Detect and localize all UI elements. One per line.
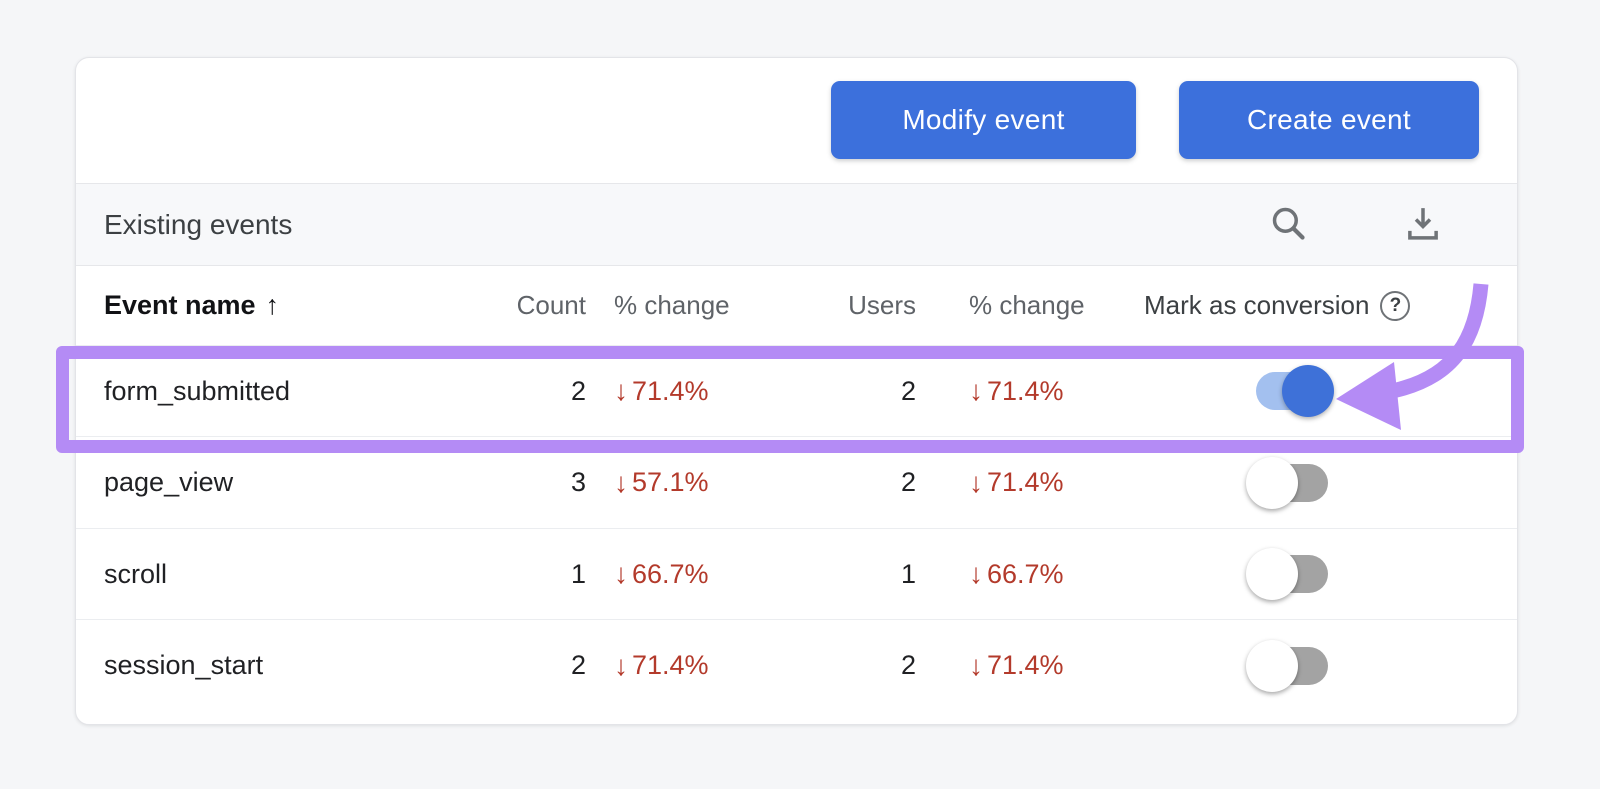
modify-event-button[interactable]: Modify event <box>831 81 1136 159</box>
decrease-arrow-icon: ↓ <box>614 375 628 406</box>
decrease-arrow-icon: ↓ <box>969 375 983 406</box>
existing-events-bar: Existing events <box>76 183 1517 266</box>
download-icon <box>1402 202 1444 249</box>
users-change: ↓ 66.7% <box>969 558 1064 589</box>
column-header-users[interactable]: Users <box>788 266 916 345</box>
toolbar: Modify event Create event <box>76 58 1517 183</box>
sort-ascending-icon: ↑ <box>265 290 280 320</box>
count-value: 2 <box>570 650 586 680</box>
count-value: 2 <box>570 375 586 406</box>
toggle-knob <box>1246 639 1298 692</box>
event-name: session_start <box>104 650 264 680</box>
mark-as-conversion-toggle[interactable] <box>1246 638 1334 694</box>
users-change: ↓ 71.4% <box>969 649 1064 681</box>
table-row: session_start 2 ↓ 71.4% 2 ↓ 71.4% <box>76 620 1517 711</box>
download-button[interactable] <box>1399 201 1447 249</box>
users-change: ↓ 71.4% <box>969 375 1064 406</box>
decrease-arrow-icon: ↓ <box>614 466 628 498</box>
section-title: Existing events <box>104 208 293 240</box>
decrease-arrow-icon: ↓ <box>969 466 983 498</box>
decrease-arrow-icon: ↓ <box>969 649 983 681</box>
event-name: form_submitted <box>104 375 291 406</box>
help-icon[interactable]: ? <box>1380 290 1411 321</box>
event-name: scroll <box>104 558 168 589</box>
create-event-button[interactable]: Create event <box>1179 81 1479 159</box>
table-row: page_view 3 ↓ 57.1% 2 ↓ 71.4% <box>76 437 1517 529</box>
events-panel: Modify event Create event Existing event… <box>75 57 1518 725</box>
count-value: 3 <box>570 467 586 497</box>
decrease-arrow-icon: ↓ <box>614 649 628 681</box>
count-change: ↓ 57.1% <box>614 466 709 498</box>
users-value: 2 <box>900 467 916 497</box>
table-row: scroll 1 ↓ 66.7% 1 ↓ 66.7% <box>76 529 1517 620</box>
decrease-arrow-icon: ↓ <box>969 558 983 589</box>
users-value: 1 <box>900 558 916 589</box>
toggle-knob <box>1246 548 1298 600</box>
column-header-mark-as-conversion: Mark as conversion ? <box>1144 266 1411 345</box>
count-value: 1 <box>570 558 586 589</box>
search-button[interactable] <box>1264 201 1312 249</box>
mark-as-conversion-toggle[interactable] <box>1246 546 1334 602</box>
column-header-count-change[interactable]: % change <box>614 266 784 345</box>
table-header-row: Event name ↑ Count % change Users % chan… <box>76 266 1517 346</box>
event-name: page_view <box>104 467 234 497</box>
users-value: 2 <box>900 375 916 406</box>
table-row: form_submitted 2 ↓ 71.4% 2 ↓ 71.4% <box>76 346 1517 437</box>
column-header-event-name[interactable]: Event name ↑ <box>104 266 279 345</box>
users-value: 2 <box>900 650 916 680</box>
toggle-knob <box>1246 456 1298 509</box>
column-header-count[interactable]: Count <box>451 266 586 345</box>
toggle-knob <box>1282 365 1334 417</box>
count-change: ↓ 66.7% <box>614 558 709 589</box>
decrease-arrow-icon: ↓ <box>614 558 628 589</box>
users-change: ↓ 71.4% <box>969 466 1064 498</box>
screen: Modify event Create event Existing event… <box>0 0 1600 789</box>
search-icon <box>1267 202 1309 249</box>
mark-as-conversion-toggle[interactable] <box>1246 455 1334 511</box>
mark-as-conversion-toggle[interactable] <box>1248 363 1334 419</box>
count-change: ↓ 71.4% <box>614 649 709 681</box>
count-change: ↓ 71.4% <box>614 375 709 406</box>
column-header-users-change[interactable]: % change <box>969 266 1139 345</box>
